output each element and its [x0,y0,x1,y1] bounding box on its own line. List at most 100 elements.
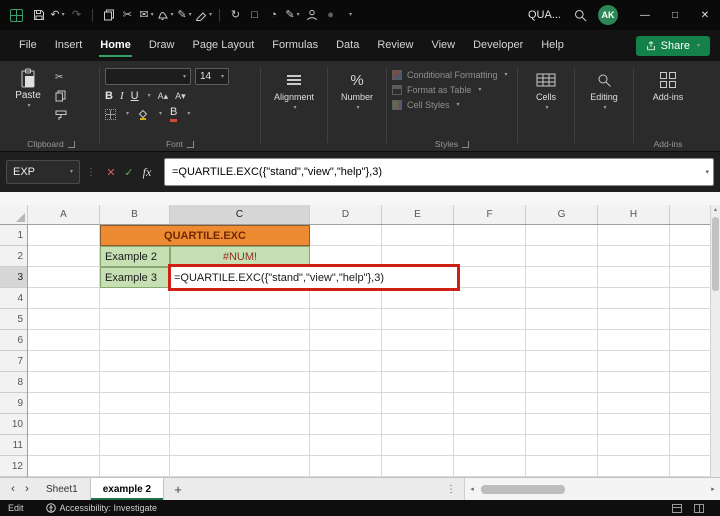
select-all-button[interactable] [0,205,28,224]
underline-button[interactable]: U [131,90,139,102]
bold-button[interactable]: B [105,90,113,102]
page-layout-view-icon[interactable] [672,503,682,513]
font-name-combo[interactable]: ▾ [105,68,191,85]
row-header-4[interactable]: 4 [0,288,27,309]
paste-button[interactable]: Paste ▾ [8,66,48,135]
row-header-11[interactable]: 11 [0,435,27,456]
tab-data[interactable]: Data [327,30,368,61]
column-header-d[interactable]: D [310,205,382,224]
expand-formula-bar-icon[interactable]: ▾ [705,168,709,176]
scroll-left-icon[interactable]: ◂ [465,485,479,493]
enter-button[interactable]: ✓ [120,166,138,179]
bell-icon[interactable]: ▾ [157,4,174,26]
conditional-formatting-button[interactable]: Conditional Formatting ▾ [392,70,512,80]
column-header-a[interactable]: A [28,205,100,224]
tab-insert[interactable]: Insert [46,30,92,61]
clipboard-dialog-launcher[interactable] [67,140,75,148]
editing-group-button[interactable]: Editing ▾ [580,66,628,151]
borders-icon[interactable] [105,108,116,120]
undo-button[interactable]: ↶ ▾ [49,4,66,26]
sheet-tab-sheet1[interactable]: Sheet1 [34,478,90,500]
sheet-nav-left-icon[interactable]: ‹ [6,483,20,495]
font-color-icon[interactable]: B [170,106,178,122]
styles-dialog-launcher[interactable] [462,140,470,148]
page-break-view-icon[interactable] [694,503,704,513]
close-button[interactable]: ✕ [690,0,720,30]
clock-icon[interactable]: ◔ [265,4,282,26]
format-as-table-button[interactable]: Format as Table ▾ [392,85,512,95]
cut-icon[interactable]: ✂ [119,4,136,26]
add-sheet-button[interactable]: + [168,482,188,497]
tab-formulas[interactable]: Formulas [263,30,327,61]
row-header-1[interactable]: 1 [0,225,27,246]
tab-home[interactable]: Home [91,30,140,61]
redo-button[interactable]: ↷ [68,4,85,26]
tab-help[interactable]: Help [532,30,573,61]
tab-review[interactable]: Review [368,30,422,61]
name-box[interactable]: EXP ▾ [6,160,80,184]
tab-developer[interactable]: Developer [464,30,532,61]
row-header-9[interactable]: 9 [0,393,27,414]
minimize-button[interactable]: — [630,0,660,30]
column-header-g[interactable]: G [526,205,598,224]
vertical-scrollbar-thumb[interactable] [712,217,719,291]
scroll-right-icon[interactable]: ▸ [706,485,720,493]
avatar[interactable]: AK [598,5,618,25]
italic-button[interactable]: I [120,90,124,102]
font-dialog-launcher[interactable] [187,140,194,148]
alignment-group-button[interactable]: Alignment ▾ [266,66,322,151]
column-header-partial[interactable] [670,205,710,224]
row-header-3[interactable]: 3 [0,267,27,288]
vertical-scrollbar[interactable]: ▴ [710,205,720,477]
decrease-font-button[interactable]: A▾ [175,91,186,102]
tab-file[interactable]: File [10,30,46,61]
scroll-up-icon[interactable]: ▴ [711,206,720,213]
format-painter-button[interactable] [55,109,71,121]
row-header-12[interactable]: 12 [0,456,27,477]
column-header-b[interactable]: B [100,205,170,224]
document-title[interactable]: QUA... [528,9,561,21]
row-header-6[interactable]: 6 [0,330,27,351]
cut-button[interactable]: ✂ [55,71,71,83]
row-header-10[interactable]: 10 [0,414,27,435]
toolbar-overflow-icon[interactable]: ▾ [341,4,358,26]
mail-icon[interactable]: ✉ ▾ [138,4,155,26]
row-header-8[interactable]: 8 [0,372,27,393]
draw-signature-icon[interactable]: ✎ ▾ [284,4,301,26]
font-size-combo[interactable]: 14 ▾ [195,68,229,85]
row-header-5[interactable]: 5 [0,309,27,330]
horizontal-scrollbar[interactable]: ◂ ▸ [464,478,720,500]
column-header-h[interactable]: H [598,205,670,224]
pen-icon[interactable]: ✎ ▾ [176,4,193,26]
tab-draw[interactable]: Draw [140,30,184,61]
cell-c2-error[interactable]: #NUM! [170,246,310,267]
formula-input[interactable]: =QUARTILE.EXC({"stand","view","help"},3)… [164,158,714,186]
cancel-button[interactable]: ✕ [102,166,120,179]
stop-icon[interactable]: □ [246,4,263,26]
highlighter-icon[interactable]: ▾ [195,4,212,26]
horizontal-scrollbar-thumb[interactable] [481,484,565,494]
fill-color-icon[interactable] [137,108,149,121]
share-button[interactable]: Share ▾ [635,35,710,56]
cell-styles-button[interactable]: Cell Styles ▾ [392,100,512,110]
cell-b2[interactable]: Example 2 [100,246,170,267]
app-logo-icon[interactable] [8,7,24,23]
increase-font-button[interactable]: A▴ [158,91,169,102]
sheet-options-icon[interactable]: ⋮ [446,484,456,495]
copy-pages-icon[interactable] [100,4,117,26]
tab-page-layout[interactable]: Page Layout [183,30,263,61]
insert-function-button[interactable]: fx [138,165,156,180]
row-header-2[interactable]: 2 [0,246,27,267]
addins-group[interactable]: Add-ins Add-ins [639,66,697,151]
sheet-nav-right-icon[interactable]: › [20,483,34,495]
maximize-button[interactable]: □ [660,0,690,30]
sync-icon[interactable]: ↻ [227,4,244,26]
accessibility-status[interactable]: Accessibility: Investigate [38,503,166,513]
cell-b1-title[interactable]: QUARTILE.EXC [100,225,310,246]
copy-button[interactable] [55,90,71,102]
column-header-f[interactable]: F [454,205,526,224]
cell-b3[interactable]: Example 3 [100,267,170,288]
column-header-e[interactable]: E [382,205,454,224]
column-header-c[interactable]: C [170,205,310,224]
row-header-7[interactable]: 7 [0,351,27,372]
